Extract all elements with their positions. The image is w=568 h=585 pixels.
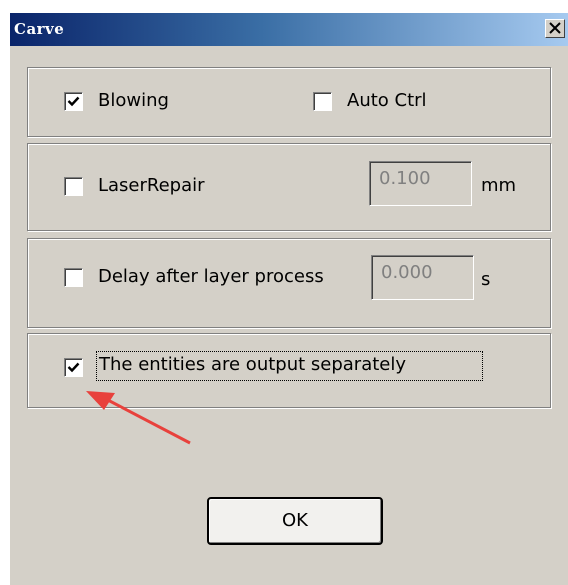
delay-label[interactable]: Delay after layer process bbox=[98, 266, 370, 287]
blowing-label[interactable]: Blowing bbox=[98, 90, 169, 111]
close-button[interactable] bbox=[545, 19, 565, 38]
auto-ctrl-label[interactable]: Auto Ctrl bbox=[347, 90, 427, 111]
entities-checkbox[interactable] bbox=[64, 358, 83, 377]
checkmark-icon bbox=[67, 96, 80, 107]
blowing-checkbox[interactable] bbox=[64, 92, 83, 111]
checkmark-icon bbox=[67, 362, 80, 373]
laser-repair-input[interactable]: 0.100 bbox=[369, 161, 472, 206]
carve-dialog: Carve Blowing Auto Ctrl LaserRepair 0.10… bbox=[9, 12, 568, 585]
ok-button[interactable]: OK bbox=[207, 497, 383, 545]
delay-checkbox[interactable] bbox=[64, 268, 83, 287]
laser-repair-checkbox[interactable] bbox=[64, 177, 83, 196]
laser-repair-unit: mm bbox=[481, 175, 517, 196]
delay-unit: s bbox=[481, 269, 491, 290]
entities-label[interactable]: The entities are output separately bbox=[99, 354, 406, 375]
auto-ctrl-checkbox[interactable] bbox=[313, 92, 332, 111]
dialog-title: Carve bbox=[14, 20, 65, 38]
laser-repair-label[interactable]: LaserRepair bbox=[98, 175, 205, 196]
title-bar[interactable]: Carve bbox=[10, 13, 568, 46]
delay-input[interactable]: 0.000 bbox=[371, 255, 474, 300]
close-icon bbox=[549, 20, 561, 38]
